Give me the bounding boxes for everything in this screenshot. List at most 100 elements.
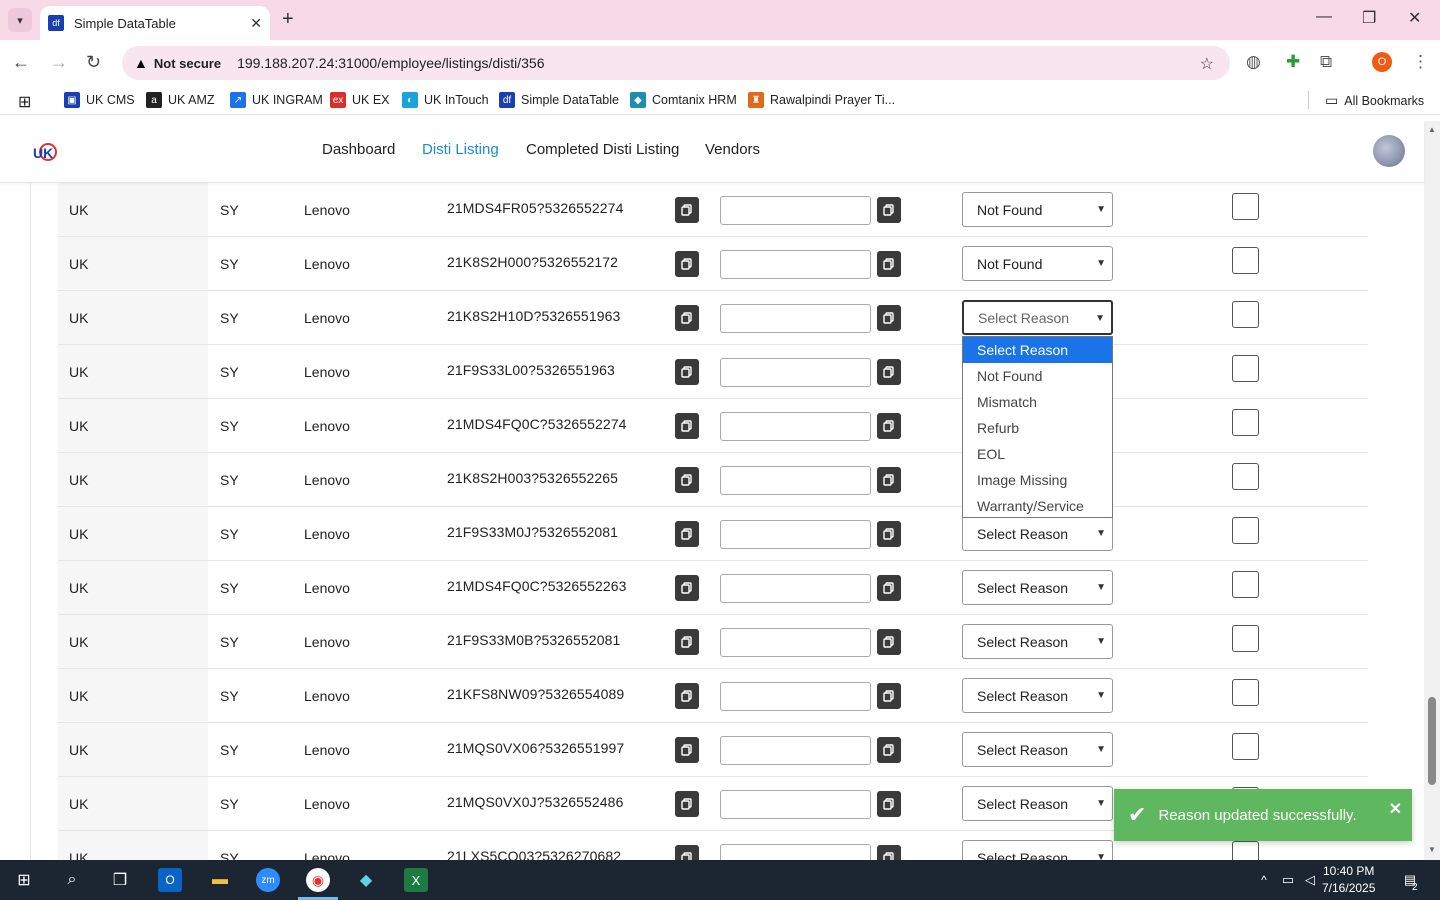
tray-chevron-icon[interactable]: ^: [1252, 868, 1276, 892]
dropdown-option[interactable]: Warranty/Service: [963, 493, 1112, 519]
restore-icon[interactable]: ❐: [1362, 8, 1376, 28]
sku-input[interactable]: [720, 574, 871, 603]
copy-sku-button[interactable]: [675, 197, 699, 223]
sku-input[interactable]: [720, 682, 871, 711]
task-view-icon[interactable]: ❒: [108, 868, 132, 892]
not-secure-label[interactable]: Not secure: [154, 56, 221, 71]
menu-dots-icon[interactable]: ⋮: [1412, 52, 1429, 72]
windows-start-icon[interactable]: ⊞: [12, 868, 36, 892]
clock[interactable]: 10:40 PM 7/16/2025: [1322, 863, 1375, 897]
paste-button[interactable]: [877, 791, 901, 817]
nav-completed-disti-listing[interactable]: Completed Disti Listing: [526, 141, 679, 158]
row-checkbox[interactable]: [1232, 625, 1259, 652]
volume-icon[interactable]: ◁: [1298, 868, 1322, 892]
copy-sku-button[interactable]: [675, 359, 699, 385]
row-checkbox[interactable]: [1232, 193, 1259, 220]
sku-input[interactable]: [720, 520, 871, 549]
bookmark-item[interactable]: ↗ UK INGRAM: [230, 92, 323, 108]
nav-dashboard[interactable]: Dashboard: [322, 141, 395, 158]
reload-icon[interactable]: ↻: [86, 52, 101, 73]
dropdown-option[interactable]: Image Missing: [963, 467, 1112, 493]
row-checkbox[interactable]: [1232, 301, 1259, 328]
reason-select[interactable]: Select Reason ▼: [962, 624, 1113, 659]
scroll-down-icon[interactable]: ▼: [1428, 845, 1436, 854]
new-tab-button[interactable]: +: [282, 8, 294, 31]
sku-input[interactable]: [720, 196, 871, 225]
row-checkbox[interactable]: [1232, 571, 1259, 598]
copy-sku-button[interactable]: [675, 413, 699, 439]
row-checkbox[interactable]: [1232, 355, 1259, 382]
copy-sku-button[interactable]: [675, 251, 699, 277]
paste-button[interactable]: [877, 467, 901, 493]
dropdown-option[interactable]: Not Found: [963, 363, 1112, 389]
outlook-icon[interactable]: O: [158, 868, 182, 892]
reason-select[interactable]: Select Reason ▼: [962, 678, 1113, 713]
dropdown-option[interactable]: Refurb: [963, 415, 1112, 441]
copy-sku-button[interactable]: [675, 575, 699, 601]
apps-grid-icon[interactable]: ⊞: [18, 92, 31, 112]
bookmark-item[interactable]: ▣ UK CMS: [64, 92, 135, 108]
paste-button[interactable]: [877, 197, 901, 223]
paste-button[interactable]: [877, 413, 901, 439]
sku-input[interactable]: [720, 466, 871, 495]
reason-select[interactable]: Select Reason ▼: [962, 300, 1113, 335]
warning-icon[interactable]: ▲: [134, 55, 148, 71]
reason-select[interactable]: Not Found ▼: [962, 246, 1113, 281]
paste-button[interactable]: [877, 251, 901, 277]
toast-close-icon[interactable]: ✕: [1389, 799, 1402, 819]
paste-button[interactable]: [877, 683, 901, 709]
sku-input[interactable]: [720, 628, 871, 657]
forward-icon[interactable]: →: [50, 52, 68, 73]
bookmark-item[interactable]: df Simple DataTable: [499, 92, 619, 108]
row-checkbox[interactable]: [1232, 247, 1259, 274]
row-checkbox[interactable]: [1232, 517, 1259, 544]
dropdown-option[interactable]: Mismatch: [963, 389, 1112, 415]
sku-input[interactable]: [720, 250, 871, 279]
extensions-puzzle-icon[interactable]: ⧉: [1320, 52, 1332, 72]
reason-select[interactable]: Select Reason ▼: [962, 570, 1113, 605]
bookmark-item[interactable]: ◐ UK InTouch: [402, 92, 489, 108]
paste-button[interactable]: [877, 737, 901, 763]
paste-button[interactable]: [877, 845, 901, 860]
profile-avatar[interactable]: O: [1372, 52, 1392, 72]
reason-select[interactable]: Select Reason ▼: [962, 786, 1113, 821]
copy-sku-button[interactable]: [675, 791, 699, 817]
url-text[interactable]: 199.188.207.24:31000/employee/listings/d…: [237, 55, 544, 71]
row-checkbox[interactable]: [1232, 679, 1259, 706]
uk-logo-icon[interactable]: UK: [32, 139, 58, 165]
sku-input[interactable]: [720, 358, 871, 387]
nav-vendors[interactable]: Vendors: [705, 141, 760, 158]
all-bookmarks[interactable]: ▭ All Bookmarks: [1325, 92, 1424, 109]
search-icon[interactable]: ⌕: [60, 868, 84, 892]
omnibox[interactable]: ▲ Not secure 199.188.207.24:31000/employ…: [122, 46, 1230, 80]
bookmark-item[interactable]: ◆ Comtanix HRM: [630, 92, 737, 108]
paste-button[interactable]: [877, 629, 901, 655]
scroll-up-icon[interactable]: ▲: [1428, 125, 1436, 134]
file-explorer-icon[interactable]: ▬: [208, 868, 232, 892]
dropdown-option[interactable]: EOL: [963, 441, 1112, 467]
copy-sku-button[interactable]: [675, 737, 699, 763]
copy-sku-button[interactable]: [675, 467, 699, 493]
excel-icon[interactable]: X: [404, 868, 428, 892]
page-scrollbar[interactable]: ▲ ▼: [1424, 121, 1440, 860]
tab-close-icon[interactable]: ✕: [250, 15, 262, 32]
reason-dropdown-list[interactable]: Select Reason Not Found Mismatch Refurb EOL I…: [962, 336, 1113, 518]
bookmark-star-icon[interactable]: ☆: [1200, 54, 1214, 74]
sku-input[interactable]: [720, 844, 871, 860]
row-checkbox[interactable]: [1232, 841, 1259, 860]
row-checkbox[interactable]: [1232, 463, 1259, 490]
row-checkbox[interactable]: [1232, 733, 1259, 760]
chrome-icon[interactable]: ◉: [306, 868, 330, 892]
notification-icon[interactable]: ▤: [1398, 868, 1422, 892]
vscode-like-icon[interactable]: ◆: [354, 868, 378, 892]
sku-input[interactable]: [720, 790, 871, 819]
paste-button[interactable]: [877, 575, 901, 601]
user-avatar[interactable]: [1373, 135, 1405, 167]
reason-select[interactable]: Select Reason ▼: [962, 516, 1113, 551]
extension-plus-icon[interactable]: ✚: [1286, 52, 1300, 72]
translate-icon[interactable]: ◍: [1246, 52, 1261, 72]
paste-button[interactable]: [877, 521, 901, 547]
scroll-thumb[interactable]: [1428, 697, 1436, 785]
nav-disti-listing[interactable]: Disti Listing: [422, 141, 499, 158]
reason-select[interactable]: Select Reason ▼: [962, 840, 1113, 860]
